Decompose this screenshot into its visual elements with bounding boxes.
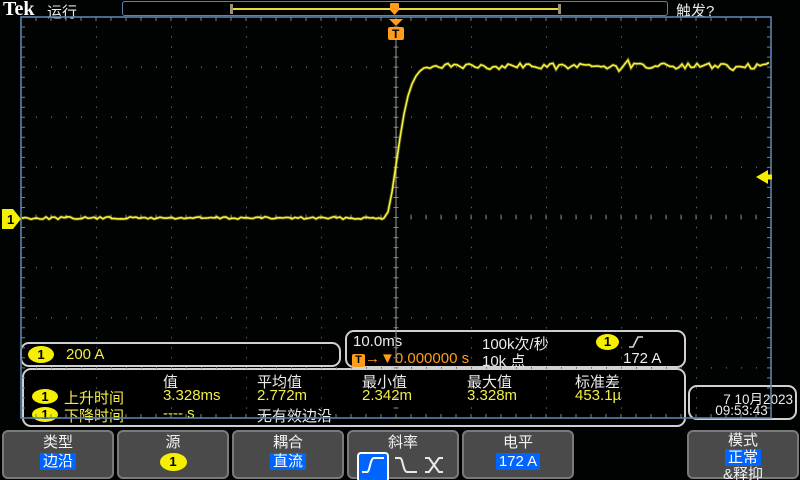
slope-falling-icon[interactable] — [393, 454, 419, 480]
menu-source-channel-badge: 1 — [160, 453, 187, 471]
meas-row2-label: 下降时间 — [64, 405, 124, 426]
acquisition-preview-bar — [122, 1, 668, 16]
trigger-source-badge: 1 — [596, 334, 619, 350]
menu-mode-button[interactable]: 模式 正常 &释抑 — [687, 430, 799, 479]
trigger-position-flag — [388, 27, 404, 40]
channel1-readout-box: 1 200 A — [20, 342, 341, 367]
time-readout: 09:53:43 — [690, 403, 793, 418]
trigger-delay-value: 0.000000 s — [395, 350, 469, 367]
trigger-position-arrow-icon — [389, 19, 403, 26]
trigger-slope-rising-icon — [628, 334, 644, 350]
measurement-table-box: 值 平均值 最小值 最大值 标准差 1 上升时间 3.328ms 2.772m … — [22, 368, 686, 427]
channel1-position-marker-label: 1 — [7, 212, 14, 227]
oscilloscope-screen: Tek 运行 触发? 1 200 A 10.0ms 100k次/秒 10k 点 … — [0, 0, 800, 480]
acquisition-run-state: 运行 — [47, 1, 77, 22]
horizontal-trigger-readout-box: 10.0ms 100k次/秒 10k 点 1 172 A T→▼0.000000… — [345, 330, 686, 368]
menu-mode-value2: &释抑 — [689, 467, 797, 480]
menu-slope-label: 斜率 — [349, 434, 457, 451]
meas-row2-note: 无有效边沿 — [257, 405, 332, 426]
menu-source-label: 源 — [119, 434, 227, 451]
meas-row1-mean: 2.772m — [257, 387, 307, 404]
trigger-arrow-icon: →▼ — [365, 350, 395, 367]
acquisition-window-right-bracket — [558, 4, 561, 14]
trigger-level-arrow — [756, 170, 768, 184]
trigger-t-icon: T — [352, 354, 365, 367]
slope-either-icon[interactable] — [423, 454, 449, 480]
channel1-badge: 1 — [28, 346, 54, 363]
trigger-level-arrow-tail — [768, 175, 772, 180]
acquisition-waveform-extent — [233, 8, 561, 10]
menu-type-label: 类型 — [4, 434, 112, 451]
meas-row1-stddev: 453.1µ — [575, 387, 621, 404]
meas-row1-max: 3.328m — [467, 387, 517, 404]
menu-level-button[interactable]: 电平 172 A — [462, 430, 574, 479]
slope-rising-selected-icon[interactable] — [357, 452, 389, 480]
trigger-status-label: 触发? — [676, 0, 714, 21]
meas-row1-min: 2.342m — [362, 387, 412, 404]
menu-coupling-button[interactable]: 耦合 直流 — [232, 430, 344, 479]
meas-row1-channel-badge: 1 — [32, 389, 58, 404]
datetime-box: 7 10月2023 09:53:43 — [688, 385, 797, 420]
menu-level-label: 电平 — [464, 434, 572, 451]
menu-trigger-type-button[interactable]: 类型 边沿 — [2, 430, 114, 479]
trigger-level-readout: 172 A — [623, 350, 661, 367]
tek-logo: Tek — [3, 0, 35, 21]
menu-coupling-label: 耦合 — [234, 434, 342, 451]
menu-trigger-source-button[interactable]: 源 1 — [117, 430, 229, 479]
menu-coupling-value: 直流 — [270, 453, 306, 470]
meas-row2-channel-badge: 1 — [32, 407, 58, 422]
menu-mode-label: 模式 — [689, 432, 797, 449]
trigger-position-readout: T→▼0.000000 s — [352, 350, 469, 368]
trigger-position-flag-label: T — [392, 27, 400, 41]
meas-row1-value: 3.328ms — [163, 387, 221, 404]
acquisition-window-left-bracket — [230, 4, 233, 14]
channel1-trace-glow — [22, 60, 769, 219]
menu-mode-value: 正常 — [725, 449, 761, 466]
channel1-position-marker — [2, 209, 21, 229]
channel1-trace — [22, 60, 769, 219]
menu-slope-button[interactable]: 斜率 — [347, 430, 459, 479]
menu-type-value: 边沿 — [40, 453, 76, 470]
channel1-scale-readout: 200 A — [66, 346, 104, 363]
meas-row2-value: ---- s — [163, 405, 195, 422]
time-per-division-readout: 10.0ms — [353, 333, 402, 350]
menu-level-value: 172 A — [496, 453, 540, 470]
